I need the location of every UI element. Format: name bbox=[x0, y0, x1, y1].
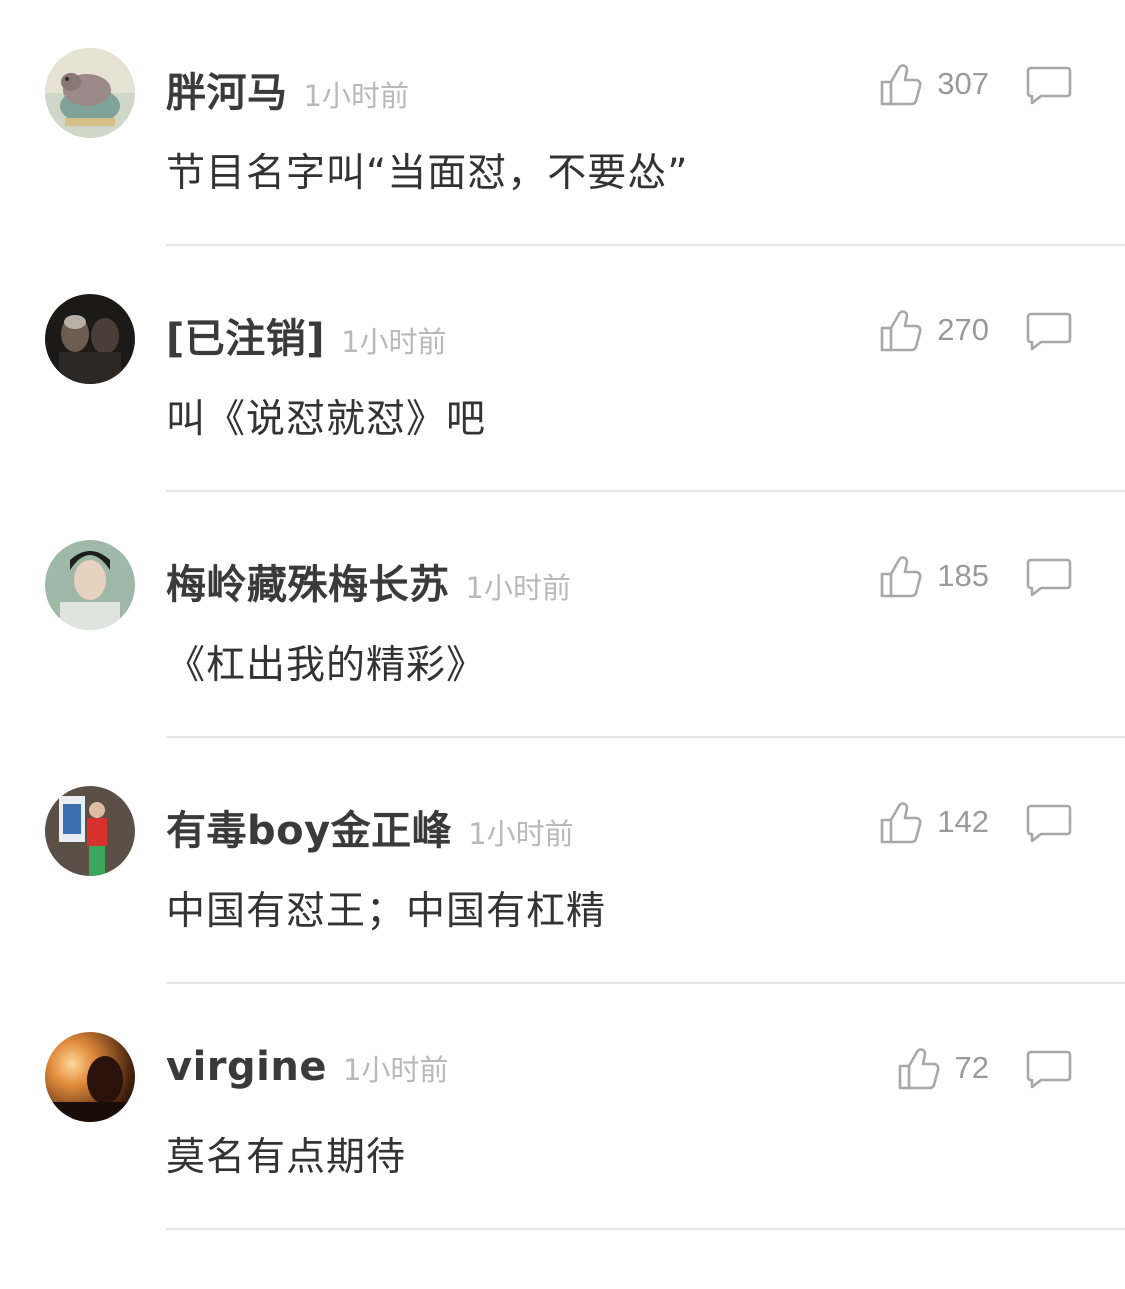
like-button[interactable]: 307 bbox=[879, 58, 989, 110]
avatar[interactable] bbox=[45, 540, 135, 630]
thumbs-up-icon bbox=[880, 64, 922, 106]
comment-item: virgine 1小时前 72 莫名有点期待 bbox=[0, 984, 1125, 1230]
like-count: 72 bbox=[954, 1050, 989, 1085]
comment-text: 节目名字叫“当面怼，不要怂” bbox=[166, 151, 689, 196]
like-button[interactable]: 142 bbox=[879, 796, 989, 848]
comment-text: 中国有怼王；中国有杠精 bbox=[166, 889, 607, 934]
avatar[interactable] bbox=[45, 294, 135, 384]
comment-reply-icon[interactable] bbox=[1026, 310, 1072, 352]
username[interactable]: [已注销] bbox=[166, 306, 325, 364]
like-count: 185 bbox=[937, 558, 989, 593]
like-button[interactable]: 185 bbox=[879, 550, 989, 602]
username[interactable]: 梅岭藏殊梅长苏 bbox=[166, 552, 450, 610]
username[interactable]: virgine bbox=[166, 1044, 327, 1090]
avatar[interactable] bbox=[45, 786, 135, 876]
comment-reply-icon[interactable] bbox=[1026, 556, 1072, 598]
timestamp: 1小时前 bbox=[341, 325, 447, 359]
like-count: 142 bbox=[937, 804, 989, 839]
comment-header: 胖河马 1小时前 bbox=[166, 60, 409, 120]
like-count: 307 bbox=[937, 66, 989, 101]
timestamp: 1小时前 bbox=[342, 1053, 449, 1087]
avatar[interactable] bbox=[45, 1032, 135, 1122]
comment-item: [已注销] 1小时前 270 叫《说怼就怼》吧 bbox=[0, 246, 1125, 492]
comment-text: 《杠出我的精彩》 bbox=[166, 643, 487, 688]
comment-item: 梅岭藏殊梅长苏 1小时前 185 《杠出我的精彩》 bbox=[0, 492, 1125, 738]
like-count: 270 bbox=[937, 312, 989, 347]
like-button[interactable]: 72 bbox=[897, 1042, 989, 1094]
comment-text: 莫名有点期待 bbox=[166, 1135, 407, 1180]
username[interactable]: 有毒boy金正峰 bbox=[166, 798, 452, 856]
comment-reply-icon[interactable] bbox=[1026, 802, 1072, 844]
comment-header: 有毒boy金正峰 1小时前 bbox=[166, 798, 574, 858]
comment-item: 有毒boy金正峰 1小时前 142 中国有怼王；中国有杠精 bbox=[0, 738, 1125, 984]
thumbs-up-icon bbox=[880, 556, 922, 598]
avatar[interactable] bbox=[45, 48, 135, 138]
username[interactable]: 胖河马 bbox=[166, 60, 288, 118]
thumbs-up-icon bbox=[880, 802, 922, 844]
like-button[interactable]: 270 bbox=[879, 304, 989, 356]
timestamp: 1小时前 bbox=[468, 817, 574, 851]
timestamp: 1小时前 bbox=[465, 571, 571, 605]
comment-header: 梅岭藏殊梅长苏 1小时前 bbox=[166, 552, 571, 612]
divider bbox=[166, 1228, 1125, 1230]
comment-reply-icon[interactable] bbox=[1026, 1048, 1072, 1090]
comment-item: 胖河马 1小时前 307 节目名字叫“当面怼，不要怂” bbox=[0, 0, 1125, 246]
thumbs-up-icon bbox=[898, 1048, 940, 1090]
thumbs-up-icon bbox=[880, 310, 922, 352]
timestamp: 1小时前 bbox=[303, 79, 409, 113]
comment-text: 叫《说怼就怼》吧 bbox=[166, 397, 487, 442]
comment-header: [已注销] 1小时前 bbox=[166, 306, 447, 366]
comment-header: virgine 1小时前 bbox=[166, 1044, 448, 1104]
comment-reply-icon[interactable] bbox=[1026, 64, 1072, 106]
